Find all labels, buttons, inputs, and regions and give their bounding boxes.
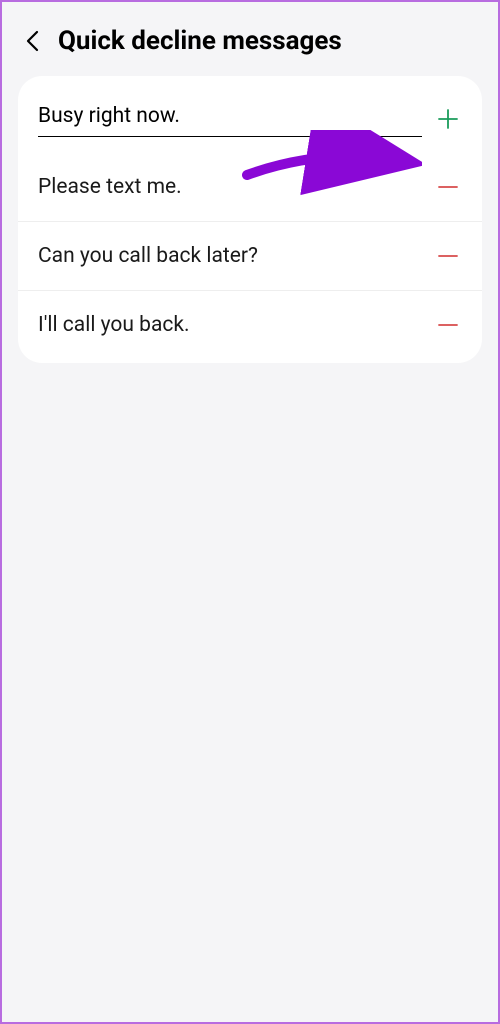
list-item[interactable]: Can you call back later? [18,221,482,290]
minus-icon [436,313,460,337]
message-text: I'll call you back. [38,313,190,337]
page-title: Quick decline messages [58,26,342,56]
back-button[interactable] [22,31,42,51]
minus-icon [436,175,460,199]
new-message-row [18,80,482,143]
messages-card: Please text me. Can you call back later?… [18,76,482,363]
list-item[interactable]: Please text me. [18,153,482,221]
chevron-left-icon [25,30,39,52]
remove-button[interactable] [434,173,462,201]
message-text: Please text me. [38,175,182,199]
list-item[interactable]: I'll call you back. [18,290,482,359]
header: Quick decline messages [2,2,498,76]
input-wrap [38,100,422,137]
add-button[interactable] [434,105,462,133]
messages-list: Please text me. Can you call back later?… [18,143,482,359]
message-text: Can you call back later? [38,244,258,268]
remove-button[interactable] [434,311,462,339]
plus-icon [436,107,460,131]
minus-icon [436,244,460,268]
remove-button[interactable] [434,242,462,270]
new-message-input[interactable] [38,100,422,137]
